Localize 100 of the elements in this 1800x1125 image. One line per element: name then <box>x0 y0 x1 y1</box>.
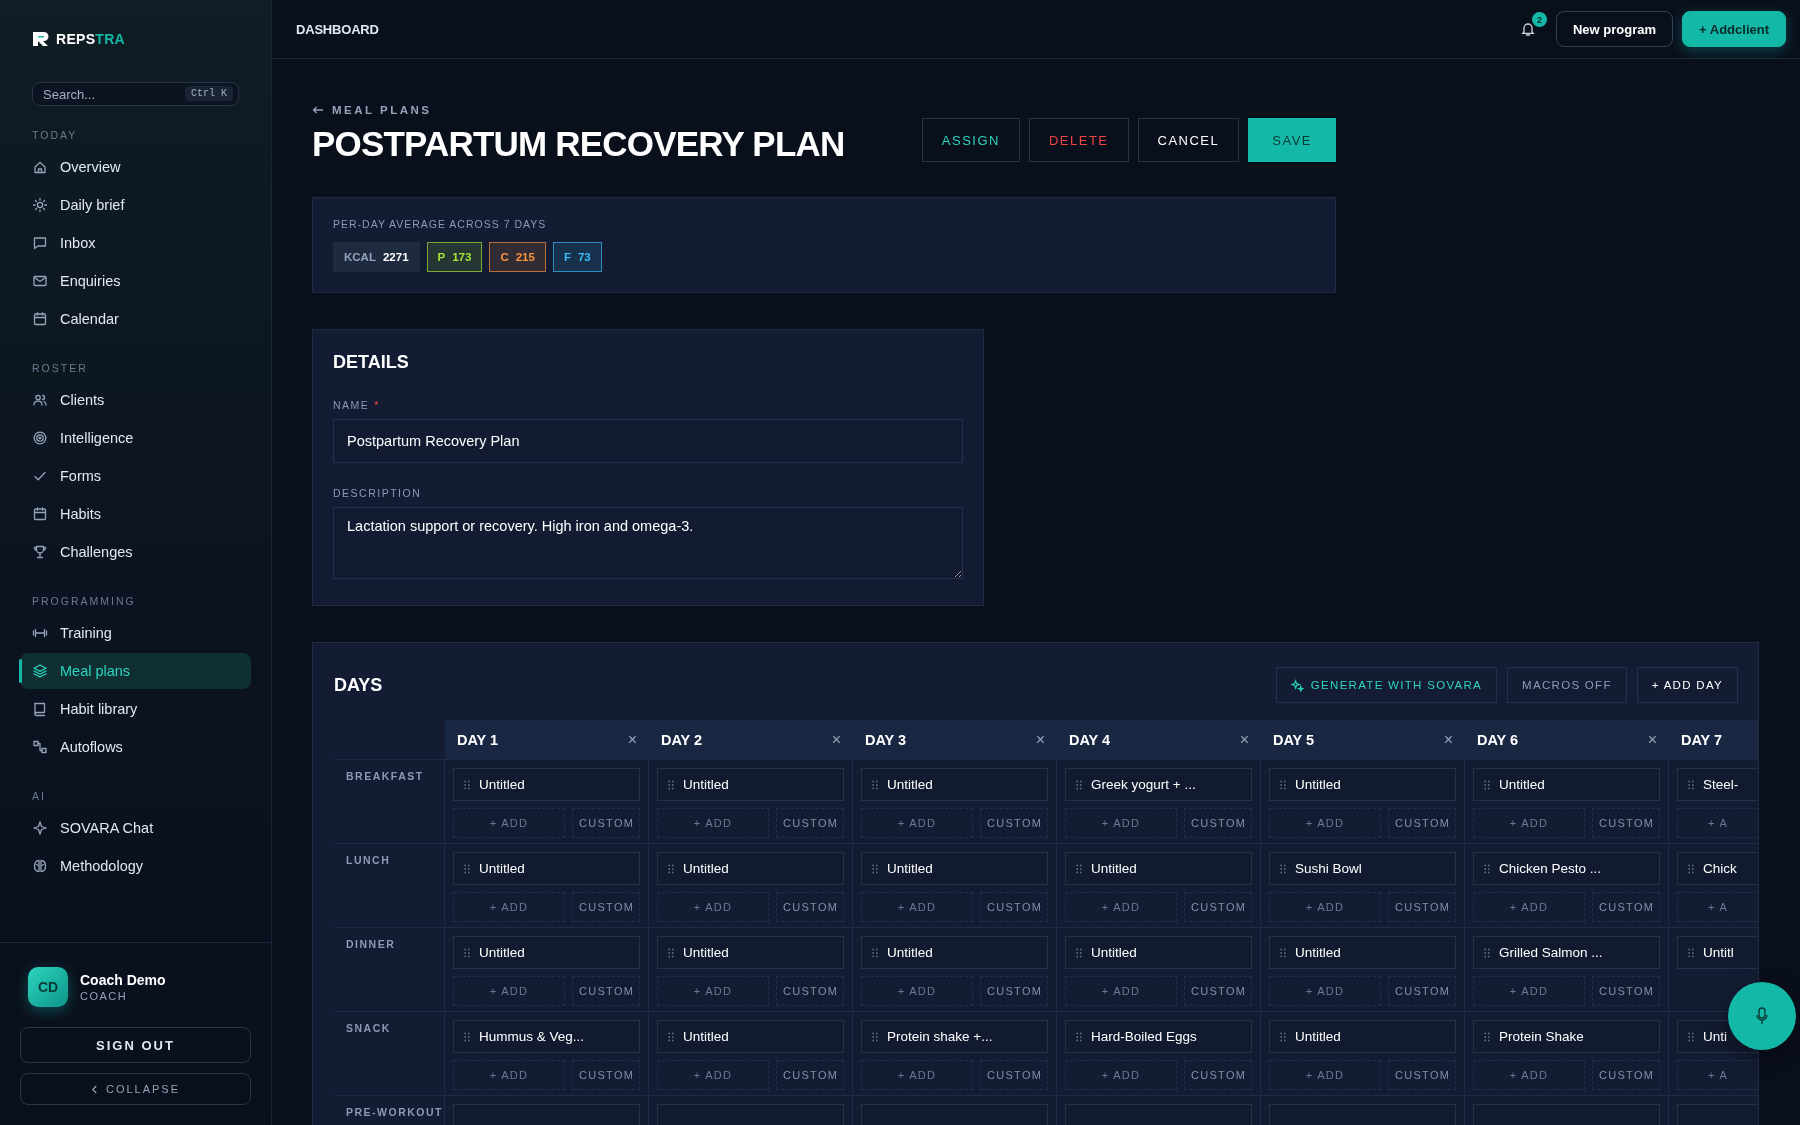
custom-meal-button[interactable]: CUSTOM <box>1388 1060 1456 1090</box>
custom-meal-button[interactable]: CUSTOM <box>572 808 640 838</box>
add-meal-button[interactable]: + ADD <box>1473 892 1585 922</box>
drag-handle-icon[interactable] <box>464 779 470 790</box>
drag-handle-icon[interactable] <box>668 779 674 790</box>
meal-item[interactable]: Untitled <box>1269 1020 1456 1053</box>
meal-item[interactable]: Untitled <box>1065 852 1252 885</box>
drag-handle-icon[interactable] <box>872 1031 878 1042</box>
drag-handle-icon[interactable] <box>1076 863 1082 874</box>
meal-item[interactable]: Untitled <box>657 936 844 969</box>
drag-handle-icon[interactable] <box>1484 863 1490 874</box>
add-meal-button[interactable]: + ADD <box>1065 1060 1177 1090</box>
nav-item[interactable]: Calendar <box>20 301 251 337</box>
header-button[interactable]: New program <box>1555 11 1674 47</box>
remove-day-button[interactable]: × <box>1035 730 1045 749</box>
nav-item[interactable]: Habits <box>20 496 251 532</box>
nav-item[interactable]: Habit library <box>20 691 251 727</box>
header-button[interactable]: + Addclient <box>1682 11 1786 47</box>
add-meal-button[interactable]: + ADD <box>1269 1060 1381 1090</box>
meal-item[interactable]: Untitled <box>453 768 640 801</box>
meal-item[interactable]: Untitled <box>861 852 1048 885</box>
meal-item[interactable]: Untitled <box>1065 936 1252 969</box>
add-meal-button[interactable]: + ADD <box>861 976 973 1006</box>
nav-item[interactable]: Challenges <box>20 534 251 570</box>
custom-meal-button[interactable]: CUSTOM <box>980 976 1048 1006</box>
custom-meal-button[interactable]: CUSTOM <box>572 892 640 922</box>
custom-meal-button[interactable]: CUSTOM <box>1184 976 1252 1006</box>
add-meal-button[interactable]: + ADD <box>1065 808 1177 838</box>
custom-meal-button[interactable]: CUSTOM <box>572 1060 640 1090</box>
custom-meal-button[interactable]: CUSTOM <box>1184 1060 1252 1090</box>
drag-handle-icon[interactable] <box>872 863 878 874</box>
nav-item[interactable]: Training <box>20 615 251 651</box>
drag-handle-icon[interactable] <box>1076 779 1082 790</box>
remove-day-button[interactable]: × <box>1239 730 1249 749</box>
add-meal-button[interactable]: + ADD <box>657 808 769 838</box>
drag-handle-icon[interactable] <box>1076 1031 1082 1042</box>
add-meal-button[interactable]: + ADD <box>453 976 565 1006</box>
add-meal-button[interactable]: + ADD <box>657 976 769 1006</box>
drag-handle-icon[interactable] <box>668 863 674 874</box>
meal-item[interactable]: Chicken Pesto ... <box>1473 852 1660 885</box>
add-meal-button[interactable]: + ADD <box>1065 892 1177 922</box>
add-meal-button[interactable]: + ADD <box>1473 1060 1585 1090</box>
remove-day-button[interactable]: × <box>831 730 841 749</box>
meal-item[interactable]: Hard-Boiled Eggs <box>1065 1020 1252 1053</box>
add-meal-button[interactable]: + ADD <box>657 892 769 922</box>
custom-meal-button[interactable]: CUSTOM <box>1592 808 1660 838</box>
custom-meal-button[interactable]: CUSTOM <box>1184 892 1252 922</box>
custom-meal-button[interactable]: CUSTOM <box>1592 976 1660 1006</box>
nav-item[interactable]: Meal plans <box>20 653 251 689</box>
custom-meal-button[interactable]: CUSTOM <box>1388 976 1456 1006</box>
drag-handle-icon[interactable] <box>1280 1031 1286 1042</box>
meal-item[interactable]: Untitl <box>1677 936 1758 969</box>
meal-item[interactable]: Untitled <box>1473 768 1660 801</box>
action-button[interactable]: ASSIGN <box>921 118 1020 162</box>
drag-handle-icon[interactable] <box>464 947 470 958</box>
custom-meal-button[interactable]: CUSTOM <box>776 976 844 1006</box>
add-meal-button[interactable]: + ADD <box>657 1060 769 1090</box>
custom-meal-button[interactable]: CUSTOM <box>776 1060 844 1090</box>
action-button[interactable]: SAVE <box>1248 118 1336 162</box>
custom-meal-button[interactable]: CUSTOM <box>1592 892 1660 922</box>
meal-item[interactable]: Hummus & Veg... <box>453 1020 640 1053</box>
add-meal-button[interactable]: + ADD <box>453 1060 565 1090</box>
meal-item[interactable]: Chick <box>1677 852 1758 885</box>
drag-handle-icon[interactable] <box>1484 947 1490 958</box>
remove-day-button[interactable]: × <box>1443 730 1453 749</box>
meal-item[interactable]: Untitled <box>861 768 1048 801</box>
drag-handle-icon[interactable] <box>1280 863 1286 874</box>
meal-item[interactable]: Untitled <box>861 936 1048 969</box>
custom-meal-button[interactable]: CUSTOM <box>1388 892 1456 922</box>
meal-item[interactable]: Untitled <box>453 852 640 885</box>
drag-handle-icon[interactable] <box>872 779 878 790</box>
add-meal-button[interactable]: + ADD <box>1269 808 1381 838</box>
remove-day-button[interactable]: × <box>1647 730 1657 749</box>
add-meal-button[interactable]: + ADD <box>861 808 973 838</box>
custom-meal-button[interactable]: CUSTOM <box>572 976 640 1006</box>
add-meal-button[interactable]: + A <box>1677 892 1758 922</box>
add-meal-button[interactable]: + ADD <box>1473 976 1585 1006</box>
nav-item[interactable]: Overview <box>20 149 251 185</box>
drag-handle-icon[interactable] <box>668 1031 674 1042</box>
notification-bell-icon[interactable] <box>1519 21 1536 37</box>
meal-item[interactable]: Protein Shake <box>1473 1020 1660 1053</box>
add-meal-button[interactable]: + ADD <box>453 808 565 838</box>
drag-handle-icon[interactable] <box>1280 947 1286 958</box>
custom-meal-button[interactable]: CUSTOM <box>980 1060 1048 1090</box>
add-meal-button[interactable]: + ADD <box>1065 976 1177 1006</box>
nav-item[interactable]: Inbox <box>20 225 251 261</box>
custom-meal-button[interactable]: CUSTOM <box>776 892 844 922</box>
nav-item[interactable]: Enquiries <box>20 263 251 299</box>
meal-item[interactable]: Steel- <box>1677 768 1758 801</box>
action-button[interactable]: DELETE <box>1028 118 1129 162</box>
meal-item[interactable]: Untitled <box>1269 768 1456 801</box>
nav-item[interactable]: Intelligence <box>20 420 251 456</box>
action-button[interactable]: CANCEL <box>1137 118 1240 162</box>
description-input[interactable]: Lactation support or recovery. High iron and omega-3. <box>333 507 963 579</box>
drag-handle-icon[interactable] <box>1280 779 1286 790</box>
add-meal-button[interactable]: + ADD <box>1269 892 1381 922</box>
custom-meal-button[interactable]: CUSTOM <box>776 808 844 838</box>
toolbar-button[interactable]: + ADD DAY <box>1636 667 1738 703</box>
drag-handle-icon[interactable] <box>668 947 674 958</box>
meal-item[interactable]: Greek yogurt + ... <box>1065 768 1252 801</box>
